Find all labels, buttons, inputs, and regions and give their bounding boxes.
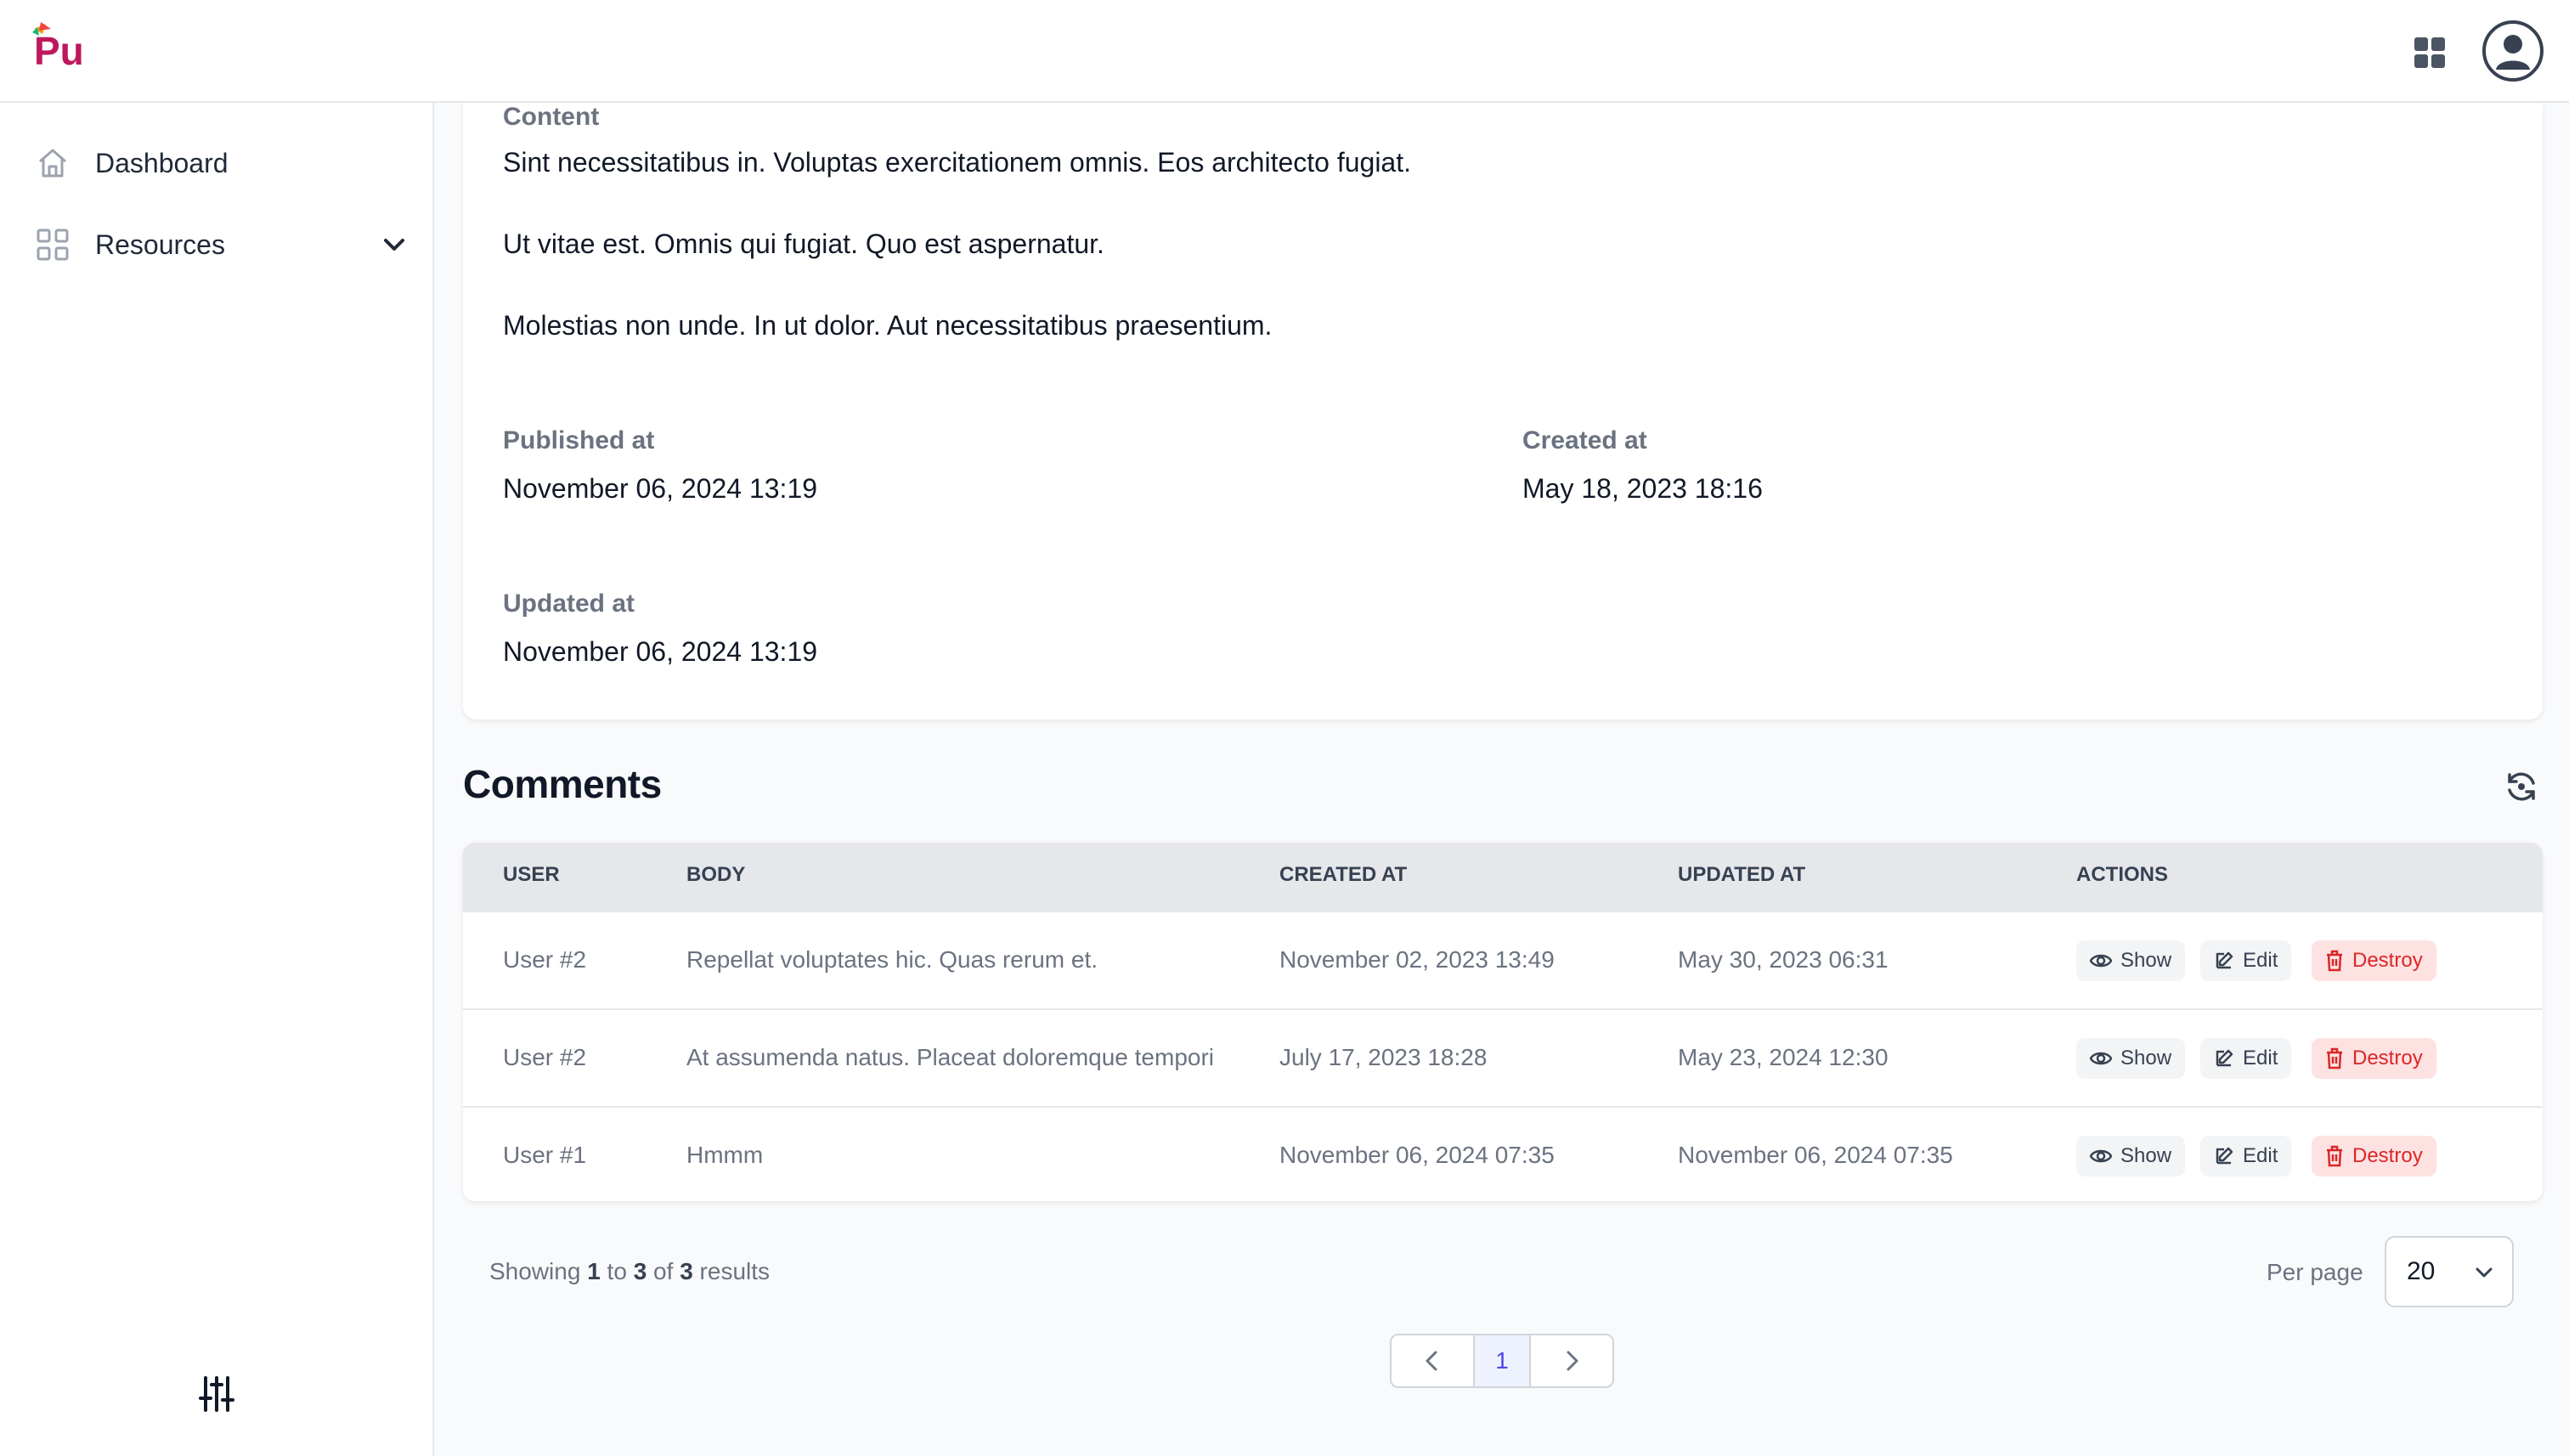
pencil-icon <box>2216 951 2233 969</box>
show-button[interactable]: Show <box>2076 1136 2186 1177</box>
edit-button[interactable]: Edit <box>2200 1038 2292 1079</box>
cell-user[interactable]: User #1 <box>503 1142 586 1169</box>
results-summary: Showing 1 to 3 of 3 results <box>489 1258 770 1285</box>
column-header-updated-at[interactable]: UPDATED AT <box>1678 863 1805 887</box>
destroy-label: Destroy <box>2352 1047 2423 1069</box>
show-label: Show <box>2120 949 2172 972</box>
edit-label: Edit <box>2243 949 2278 972</box>
column-header-actions: ACTIONS <box>2076 863 2168 886</box>
next-page-button[interactable] <box>1531 1335 1612 1386</box>
updated-at-value: November 06, 2024 13:19 <box>503 636 818 667</box>
eye-icon <box>2090 1149 2112 1163</box>
comments-table: USER BODY CREATED AT UPDATED AT ACTIONS … <box>463 843 2543 1201</box>
per-page-value: 20 <box>2407 1257 2436 1285</box>
content-paragraph: Molestias non unde. In ut dolor. Aut nec… <box>503 310 1273 341</box>
updated-at-label: Updated at <box>503 590 635 618</box>
cell-body: Repellat voluptates hic. Quas rerum et. <box>686 946 1098 973</box>
show-label: Show <box>2120 1047 2172 1069</box>
results-from: 1 <box>587 1258 601 1284</box>
chevron-right-icon <box>1567 1351 1578 1371</box>
results-to-text: to <box>607 1258 627 1284</box>
published-at-label: Published at <box>503 426 655 454</box>
eye-icon <box>2090 1052 2112 1065</box>
home-icon <box>34 144 71 182</box>
destroy-button[interactable]: Destroy <box>2312 940 2436 981</box>
show-label: Show <box>2120 1144 2172 1167</box>
cell-body: At assumenda natus. Placeat doloremque t… <box>686 1044 1215 1070</box>
column-header-created-at[interactable]: CREATED AT <box>1279 863 1407 887</box>
per-page-select[interactable]: 20 <box>2385 1236 2514 1307</box>
destroy-button[interactable]: Destroy <box>2312 1038 2436 1079</box>
trash-icon <box>2327 1145 2342 1167</box>
results-to: 3 <box>633 1258 647 1284</box>
results-showing-text: Showing <box>489 1258 581 1284</box>
pencil-icon <box>2216 1049 2233 1067</box>
sidebar-item-resources[interactable]: Resources <box>34 219 408 270</box>
destroy-label: Destroy <box>2352 1144 2423 1167</box>
page-button-current[interactable]: 1 <box>1475 1335 1531 1386</box>
user-avatar-icon[interactable] <box>2482 20 2544 82</box>
edit-button[interactable]: Edit <box>2200 940 2292 981</box>
sidebar: Dashboard Resources <box>0 103 434 1456</box>
cell-user[interactable]: User #2 <box>503 946 586 973</box>
sidebar-item-dashboard[interactable]: Dashboard <box>34 138 408 189</box>
chevron-down-icon <box>2473 1261 2495 1290</box>
svg-text:Pu: Pu <box>34 29 84 71</box>
pencil-icon <box>2216 1147 2233 1165</box>
results-total: 3 <box>680 1258 693 1284</box>
content-paragraph: Ut vitae est. Omnis qui fugiat. Quo est … <box>503 229 1104 259</box>
chevron-down-icon[interactable] <box>381 231 408 258</box>
table-row: User #2 At assumenda natus. Placeat dolo… <box>463 1008 2543 1106</box>
table-header: USER BODY CREATED AT UPDATED AT ACTIONS <box>463 843 2543 911</box>
reload-icon[interactable] <box>2503 768 2540 805</box>
sidebar-item-label: Dashboard <box>95 147 229 178</box>
cell-user[interactable]: User #2 <box>503 1044 586 1071</box>
cell-created-at: July 17, 2023 18:28 <box>1279 1044 1488 1070</box>
content-paragraph: Sint necessitatibus in. Voluptas exercit… <box>503 147 1411 178</box>
content-label: Content <box>503 103 600 131</box>
column-header-body[interactable]: BODY <box>686 863 745 887</box>
cell-updated-at: May 30, 2023 06:31 <box>1678 946 1889 973</box>
cell-updated-at: May 23, 2024 12:30 <box>1678 1044 1889 1070</box>
cell-created-at: November 02, 2023 13:49 <box>1279 946 1555 973</box>
show-button[interactable]: Show <box>2076 1038 2186 1079</box>
per-page-label: Per page <box>2267 1259 2363 1285</box>
created-at-label: Created at <box>1522 426 1647 454</box>
edit-label: Edit <box>2243 1047 2278 1069</box>
column-header-user[interactable]: USER <box>503 863 560 887</box>
cell-body: Hmmm <box>686 1142 764 1168</box>
sidebar-item-label: Resources <box>95 229 225 260</box>
app-logo[interactable]: Pu <box>29 20 88 73</box>
eye-icon <box>2090 954 2112 968</box>
grid-icon <box>34 226 71 263</box>
cell-updated-at: November 06, 2024 07:35 <box>1678 1142 1953 1168</box>
previous-page-button[interactable] <box>1392 1335 1475 1386</box>
created-at-value: May 18, 2023 18:16 <box>1522 473 1763 504</box>
show-button[interactable]: Show <box>2076 940 2186 981</box>
trash-icon <box>2327 1047 2342 1069</box>
sliders-icon[interactable] <box>197 1374 236 1414</box>
record-detail-card: Content Sint necessitatibus in. Voluptas… <box>463 103 2543 720</box>
top-bar: Pu <box>0 0 2569 103</box>
published-at-value: November 06, 2024 13:19 <box>503 473 818 504</box>
edit-label: Edit <box>2243 1144 2278 1167</box>
results-of-text: of <box>653 1258 674 1284</box>
comments-title: Comments <box>463 762 662 806</box>
table-row: User #2 Repellat voluptates hic. Quas re… <box>463 911 2543 1008</box>
table-row: User #1 Hmmm November 06, 2024 07:35 Nov… <box>463 1106 2543 1201</box>
trash-icon <box>2327 950 2342 972</box>
apps-grid-icon[interactable] <box>2411 34 2448 71</box>
results-word: results <box>699 1258 771 1284</box>
destroy-button[interactable]: Destroy <box>2312 1136 2436 1177</box>
chevron-left-icon <box>1426 1351 1437 1371</box>
pagination: 1 <box>1390 1334 1614 1388</box>
edit-button[interactable]: Edit <box>2200 1136 2292 1177</box>
destroy-label: Destroy <box>2352 949 2423 972</box>
cell-created-at: November 06, 2024 07:35 <box>1279 1142 1555 1168</box>
